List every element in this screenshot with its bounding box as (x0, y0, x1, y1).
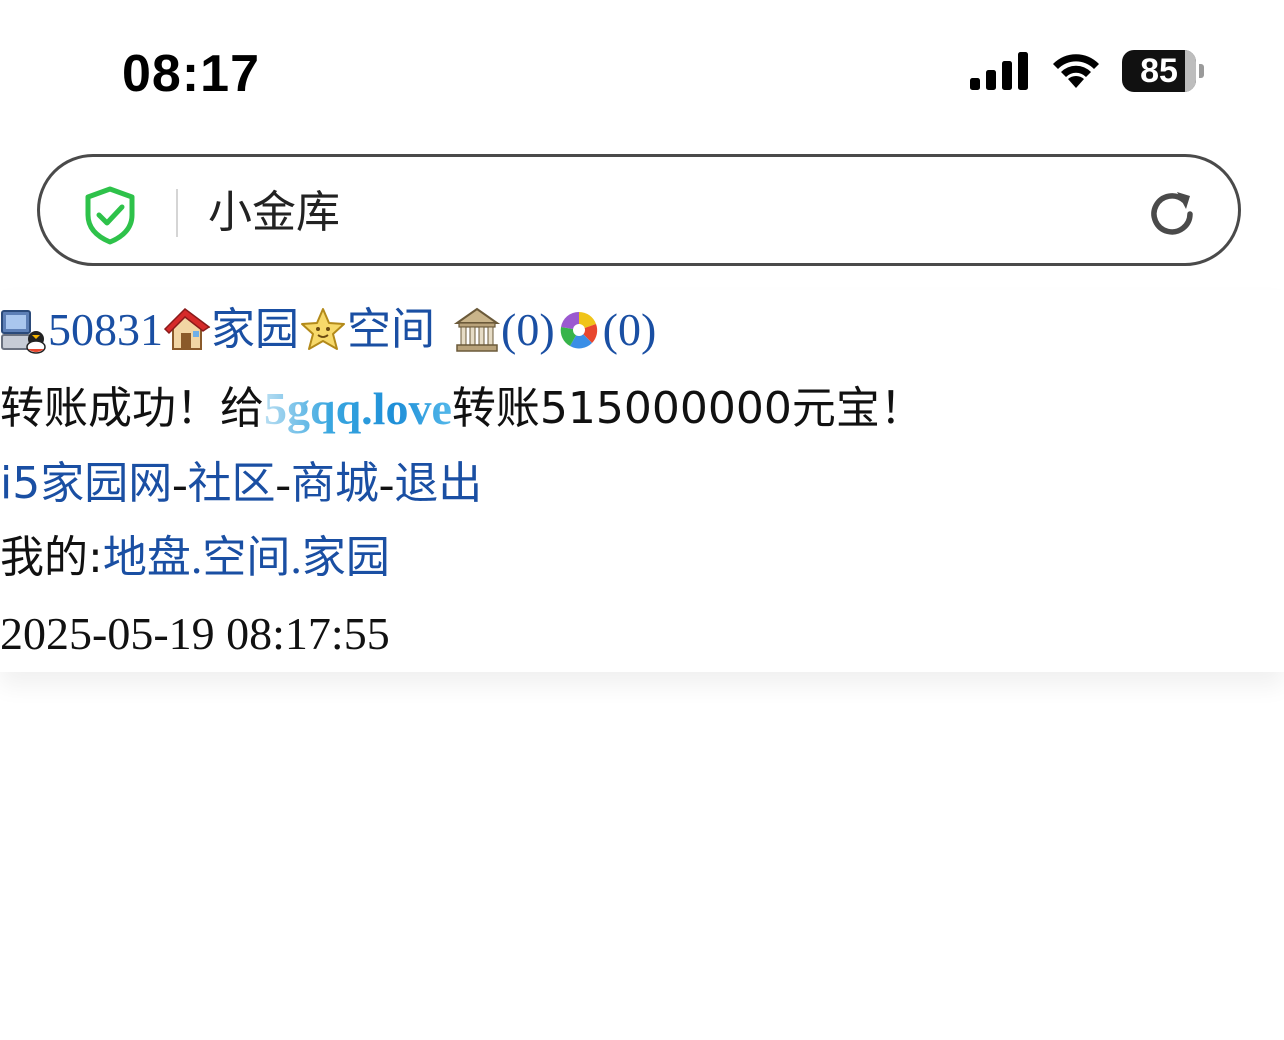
page-content: 50831 家园 空间 (0) (0) 转账成功！给 5gqq.love 转账5… (0, 290, 1284, 672)
status-icons: 85 (968, 50, 1204, 92)
site-links: i5家园网 - 社区 - 商城 - 退出 (0, 454, 482, 514)
bank-icon[interactable] (453, 305, 501, 355)
battery-body: 85 (1122, 50, 1196, 92)
star-icon (299, 305, 347, 355)
status-time: 08:17 (122, 45, 260, 103)
separator: - (378, 458, 395, 509)
colorful-ball-icon (555, 305, 603, 355)
separator: - (275, 458, 291, 509)
transfer-message: 转账成功！给 5gqq.love 转账515000000元宝！ (0, 379, 924, 439)
home-link[interactable]: 家园 (211, 300, 299, 360)
my-land-link[interactable]: 地盘 (103, 528, 191, 588)
address-divider (176, 189, 178, 237)
timestamp-text: 2025-05-19 08:17:55 (0, 608, 390, 659)
site-home-link[interactable]: i5家园网 (0, 454, 172, 514)
logout-link[interactable]: 退出 (394, 454, 482, 514)
user-id-link[interactable]: 50831 (48, 300, 163, 360)
nav-line: 50831 家园 空间 (0) (0) (0, 300, 656, 360)
my-links: 我的: 地盘 . 空间 . 家园 (0, 528, 390, 588)
message-suffix: 转账515000000元宝！ (451, 383, 924, 434)
timestamp: 2025-05-19 08:17:55 (0, 604, 390, 664)
status-bar: 08:17 85 (0, 0, 1284, 140)
computer-user-icon (0, 305, 48, 355)
house-icon (163, 305, 211, 355)
shield-icon (85, 186, 135, 245)
my-home-link[interactable]: 家园 (302, 528, 390, 588)
battery-icon: 85 (1122, 50, 1204, 92)
reload-icon[interactable] (1144, 186, 1200, 242)
my-space-link[interactable]: 空间 (202, 528, 290, 588)
photo-count-link[interactable]: (0) (603, 300, 657, 360)
bank-count-link[interactable]: (0) (501, 300, 555, 360)
recipient-link[interactable]: 5gqq.love (264, 379, 452, 439)
signal-icon (970, 52, 1028, 90)
wifi-icon (1053, 54, 1099, 88)
dot-separator: . (190, 532, 203, 583)
address-bar[interactable]: 小金库 (37, 154, 1241, 266)
my-label: 我的: (0, 532, 103, 583)
battery-empty-portion (1184, 50, 1196, 92)
page-title: 小金库 (208, 187, 340, 238)
dot-separator: . (290, 532, 302, 583)
battery-cap (1199, 64, 1204, 78)
mall-link[interactable]: 商城 (291, 454, 379, 514)
battery-level: 85 (1140, 52, 1178, 90)
message-prefix: 转账成功！给 (0, 383, 264, 434)
space-link[interactable]: 空间 (347, 300, 435, 360)
community-link[interactable]: 社区 (188, 454, 276, 514)
separator: - (172, 458, 188, 509)
